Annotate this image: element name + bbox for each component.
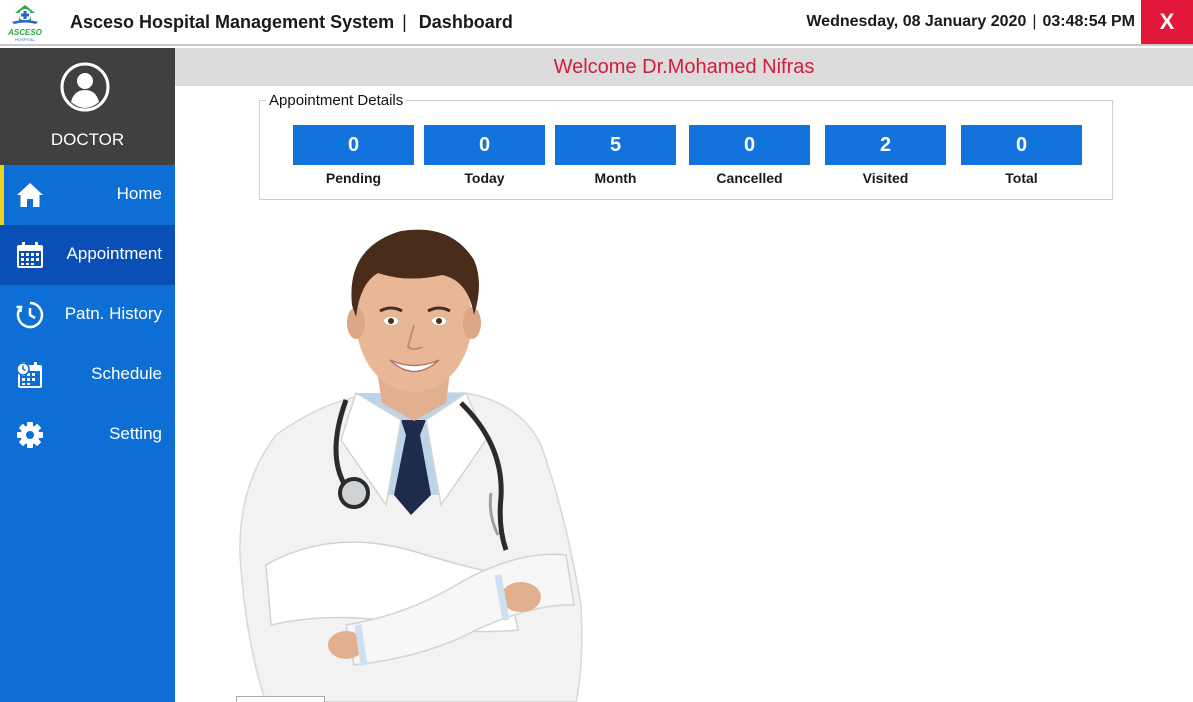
schedule-icon xyxy=(16,362,42,388)
user-circle-icon xyxy=(60,62,110,112)
sidebar-item-appointment[interactable]: Appointment xyxy=(0,225,175,285)
stat-value[interactable]: 0 xyxy=(424,125,545,165)
stat-label: Total xyxy=(1005,170,1038,186)
stat-label: Cancelled xyxy=(716,170,783,186)
stat-pending: 0 Pending xyxy=(293,125,414,186)
calendar-icon xyxy=(17,242,43,268)
stat-cancelled: 0 Cancelled xyxy=(689,125,810,186)
sidebar-item-label: Home xyxy=(116,184,162,203)
stat-label: Month xyxy=(594,170,637,186)
stat-total: 0 Total xyxy=(961,125,1082,186)
sidebar-item-label: Schedule xyxy=(91,364,162,383)
doctor-illustration xyxy=(239,229,583,702)
title-bar: ASCESO HOSPITAL Asceso Hospital Manageme… xyxy=(0,0,1193,46)
page-title: Dashboard xyxy=(418,12,513,32)
stat-today: 0 Today xyxy=(424,125,545,186)
stat-value[interactable]: 0 xyxy=(961,125,1082,165)
home-icon xyxy=(17,183,43,207)
sidebar-item-label: Setting xyxy=(109,424,162,443)
stat-value[interactable]: 2 xyxy=(825,125,946,165)
gear-icon xyxy=(17,422,43,448)
svg-text:ASCESO: ASCESO xyxy=(7,28,43,37)
welcome-banner: Welcome Dr.Mohamed Nifras xyxy=(175,48,1193,86)
group-title: Appointment Details xyxy=(266,92,407,109)
stat-label: Today xyxy=(464,170,505,186)
app-title-text: Asceso Hospital Management System xyxy=(70,12,395,32)
welcome-text: Welcome Dr.Mohamed Nifras xyxy=(553,56,815,78)
sidebar: DOCTOR Home Appointment Patn. History Sc… xyxy=(0,48,175,702)
clock-icon xyxy=(16,301,44,329)
sidebar-item-patient-history[interactable]: Patn. History xyxy=(0,285,175,345)
stat-label: Visited xyxy=(862,170,909,186)
stat-value[interactable]: 0 xyxy=(293,125,414,165)
title-separator: | xyxy=(402,12,407,32)
user-role: DOCTOR xyxy=(50,130,125,149)
current-date: Wednesday, 08 January 2020 xyxy=(806,13,1027,30)
datetime-display: Wednesday, 08 January 2020 | 03:48:54 PM xyxy=(806,13,1135,31)
app-title: Asceso Hospital Management System | Dashbo… xyxy=(70,12,513,33)
sidebar-item-schedule[interactable]: Schedule xyxy=(0,345,175,405)
current-time: 03:48:54 PM xyxy=(1042,13,1136,30)
profile-panel: DOCTOR xyxy=(0,48,175,165)
svg-text:HOSPITAL: HOSPITAL xyxy=(15,37,35,42)
stat-value[interactable]: 5 xyxy=(555,125,676,165)
sidebar-item-setting[interactable]: Setting xyxy=(0,405,175,465)
appointment-details-group: Appointment Details 0 Pending 0 Today 5 … xyxy=(259,92,1113,200)
stat-label: Pending xyxy=(325,170,382,186)
datetime-separator: | xyxy=(1032,13,1037,30)
stat-visited: 2 Visited xyxy=(825,125,946,186)
stat-month: 5 Month xyxy=(555,125,676,186)
hospital-logo: ASCESO HOSPITAL xyxy=(7,5,43,42)
stat-value[interactable]: 0 xyxy=(689,125,810,165)
status-label-fragment xyxy=(236,696,325,702)
sidebar-item-label: Patn. History xyxy=(64,304,162,323)
sidebar-item-label: Appointment xyxy=(66,244,162,263)
sidebar-item-home[interactable]: Home xyxy=(0,165,175,225)
close-button[interactable]: X xyxy=(1141,0,1193,44)
